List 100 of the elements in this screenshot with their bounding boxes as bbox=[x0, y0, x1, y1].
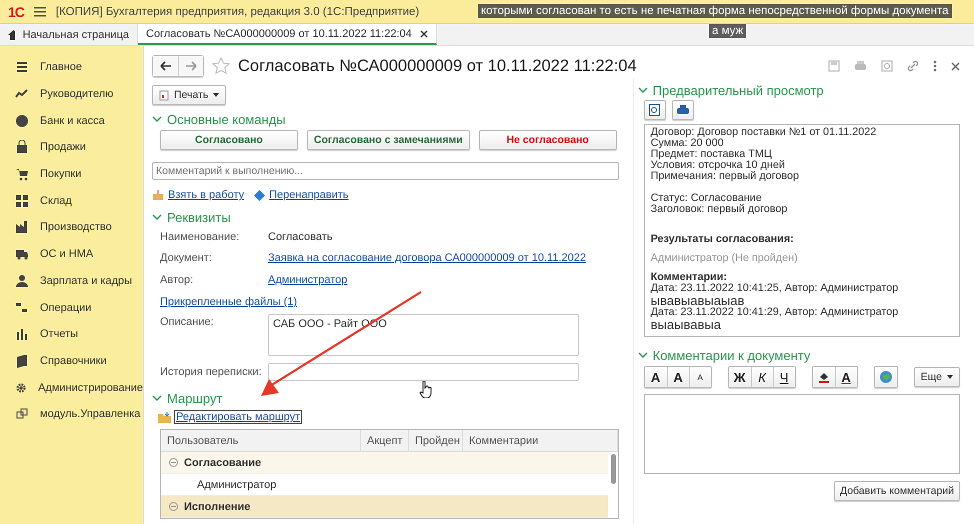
edit-route-link[interactable]: Редактировать маршрут bbox=[174, 410, 302, 424]
app-logo: 1С bbox=[8, 4, 24, 20]
command-button[interactable]: Не согласовано bbox=[478, 130, 617, 150]
action-link[interactable]: Перенаправить bbox=[269, 189, 349, 201]
save-icon[interactable] bbox=[828, 60, 840, 72]
sidebar-item[interactable]: Отчеты bbox=[0, 320, 143, 348]
tab[interactable]: Согласовать №СА000000009 от 10.11.2022 11:22:04 bbox=[138, 24, 437, 45]
preview-text: Заголовок: первый договор bbox=[650, 204, 788, 215]
menu-icon[interactable] bbox=[34, 6, 46, 16]
list-icon bbox=[15, 60, 29, 74]
increase-font-button[interactable]: A bbox=[666, 367, 689, 387]
collapse-icon[interactable] bbox=[169, 502, 178, 511]
table-row[interactable]: Исполнение bbox=[161, 496, 608, 518]
field-label: Документ: bbox=[160, 252, 213, 264]
history-field[interactable] bbox=[268, 363, 579, 381]
author-link[interactable]: Администратор bbox=[268, 274, 348, 286]
person-icon bbox=[15, 274, 29, 288]
back-button[interactable] bbox=[153, 56, 178, 76]
text-color-button[interactable]: A bbox=[834, 367, 857, 387]
column-header[interactable]: Пройден bbox=[409, 430, 463, 451]
font-button[interactable]: A bbox=[644, 367, 667, 387]
bold-button[interactable]: Ж bbox=[728, 367, 751, 387]
sidebar-item[interactable]: Руководителю bbox=[0, 80, 143, 108]
section-header[interactable]: Маршрут bbox=[152, 389, 619, 407]
window-title: [КОПИЯ] Бухгалтерия предприятия, редакция 3.0 (1С:Предприятие) bbox=[56, 6, 420, 18]
section-header[interactable]: Основные команды bbox=[152, 110, 619, 128]
close-icon[interactable] bbox=[420, 30, 428, 38]
link-icon[interactable] bbox=[907, 60, 919, 72]
action-link[interactable]: Взять в работу bbox=[168, 189, 244, 201]
add-comment-button[interactable]: Добавить комментарий bbox=[834, 481, 960, 501]
sidebar-item[interactable]: Справочники bbox=[0, 348, 143, 374]
sidebar-item[interactable]: Администрирование bbox=[0, 374, 143, 401]
sidebar-item[interactable]: Продажи bbox=[0, 134, 143, 161]
arrow-left-icon bbox=[160, 61, 172, 71]
sidebar-item[interactable]: ОС и НМА bbox=[0, 240, 143, 268]
sidebar-item[interactable]: Склад bbox=[0, 187, 143, 214]
decrease-font-button[interactable]: A bbox=[688, 367, 711, 387]
caret-icon bbox=[213, 93, 220, 97]
print-icon[interactable] bbox=[854, 60, 867, 72]
video-caption: а муж bbox=[709, 24, 746, 38]
document-link[interactable]: Заявка на согласование договора СА000000009 от 10.11.2022 bbox=[268, 252, 586, 264]
column-header[interactable]: Акцепт bbox=[361, 430, 409, 451]
command-button[interactable]: Согласовано bbox=[160, 130, 298, 150]
fill-color-button[interactable] bbox=[812, 367, 835, 387]
folder-icon bbox=[158, 412, 171, 422]
chevron-icon bbox=[638, 351, 648, 359]
more-button[interactable]: Еще bbox=[914, 367, 960, 387]
sidebar-item[interactable]: Производство bbox=[0, 214, 143, 241]
preview-icon bbox=[649, 104, 660, 116]
sidebar-item[interactable]: Банк и касса bbox=[0, 107, 143, 134]
chevron-icon bbox=[152, 213, 162, 221]
preview-text: Договор: Договор поставки №1 от 01.11.2022 bbox=[650, 127, 878, 138]
star-icon[interactable] bbox=[212, 57, 230, 75]
section-header[interactable]: Комментарии к документу bbox=[638, 346, 964, 364]
section-header[interactable]: Предварительный просмотр bbox=[638, 81, 964, 99]
caret-icon bbox=[947, 375, 953, 379]
italic-button[interactable]: К bbox=[750, 367, 773, 387]
scrollbar[interactable] bbox=[610, 454, 616, 484]
coin-icon bbox=[15, 114, 29, 128]
bag-icon bbox=[15, 140, 29, 154]
preview-text: Результаты согласования: bbox=[650, 234, 795, 245]
more-icon[interactable] bbox=[933, 60, 937, 72]
printer-icon bbox=[676, 104, 689, 116]
comment-editor[interactable] bbox=[644, 394, 960, 474]
insert-image-button[interactable] bbox=[874, 367, 897, 387]
factory-icon bbox=[15, 220, 29, 234]
preview-text: Примечания: первый договор bbox=[650, 171, 800, 182]
preview-text: Комментарии: bbox=[650, 272, 728, 283]
attachments-link[interactable]: Прикрепленные файлы (1) bbox=[160, 296, 298, 308]
close-icon[interactable] bbox=[951, 62, 960, 70]
section-header[interactable]: Реквизиты bbox=[152, 208, 619, 226]
command-button[interactable]: Согласовано с замечаниями bbox=[306, 130, 470, 150]
field-label: Описание: bbox=[160, 315, 215, 328]
sidebar-item[interactable]: Покупки bbox=[0, 160, 143, 188]
sidebar-item[interactable]: Зарплата и кадры bbox=[0, 268, 143, 294]
collapse-icon[interactable] bbox=[169, 458, 178, 467]
print-button[interactable] bbox=[672, 100, 694, 120]
comment-input[interactable]: Комментарий к выполнению... bbox=[152, 162, 619, 180]
column-header[interactable]: Пользователь bbox=[161, 430, 361, 451]
home-icon bbox=[8, 30, 15, 40]
table-row[interactable]: Согласование bbox=[161, 452, 608, 474]
preview-text: Администратор (Не пройден) bbox=[650, 253, 799, 264]
cart-icon bbox=[15, 167, 29, 182]
sidebar-item[interactable]: Операции bbox=[0, 294, 143, 321]
sidebar-item[interactable]: модуль.Управленка bbox=[0, 400, 143, 428]
document-icon bbox=[159, 90, 169, 100]
preview-text: Условия: отсрочка 10 дней bbox=[650, 160, 786, 171]
field-value: Согласовать bbox=[268, 230, 332, 242]
gear-icon bbox=[15, 380, 28, 395]
diamond-icon bbox=[254, 190, 266, 200]
underline-button[interactable]: Ч bbox=[772, 367, 795, 387]
preview-text: Предмет: поставка ТМЦ bbox=[650, 149, 773, 160]
column-header[interactable]: Комментарии bbox=[463, 430, 618, 451]
sidebar-item[interactable]: Главное bbox=[0, 54, 143, 81]
truck-icon bbox=[15, 247, 29, 262]
preview-icon[interactable] bbox=[881, 60, 893, 72]
video-caption: которыми согласован то есть не печатная форма непосредственной формы документа bbox=[478, 4, 952, 18]
chevron-icon bbox=[152, 394, 162, 402]
preview-button[interactable] bbox=[644, 100, 666, 120]
print-button[interactable]: Печать bbox=[152, 85, 226, 105]
